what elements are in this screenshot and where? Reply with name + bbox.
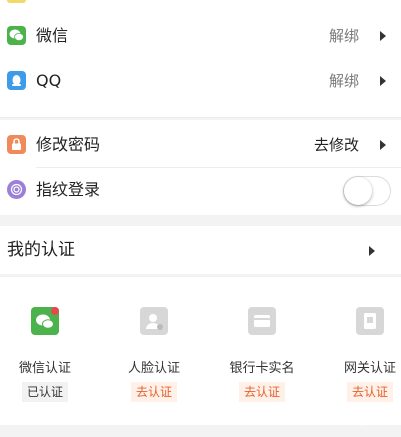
gateway-icon: [356, 307, 384, 335]
qq-icon: [7, 71, 26, 90]
wechat-label: 微信: [36, 26, 69, 45]
cert-item-bank-card[interactable]: 银行卡实名 去认证: [212, 307, 312, 437]
chevron-right-icon: [380, 76, 386, 86]
cert-name: 银行卡实名: [229, 361, 295, 376]
fingerprint-icon: [7, 180, 26, 199]
fingerprint-login-label: 指纹登录: [36, 180, 101, 199]
cert-item-face[interactable]: 人脸认证 去认证: [104, 307, 204, 437]
top-edge-icon: [7, 0, 26, 3]
qq-binding-row[interactable]: QQ 解绑: [0, 59, 401, 104]
cert-status-badge[interactable]: 去认证: [346, 382, 394, 402]
chevron-right-icon: [380, 31, 386, 41]
cert-name: 人脸认证: [127, 361, 180, 376]
fingerprint-toggle[interactable]: [343, 176, 391, 206]
bank-card-icon: [248, 307, 276, 335]
change-password-row[interactable]: 修改密码 去修改: [0, 123, 401, 168]
cert-name: 网关认证: [343, 361, 396, 376]
divider: [0, 117, 401, 118]
certification-header[interactable]: 我的认证: [0, 226, 401, 274]
change-password-label: 修改密码: [36, 135, 101, 154]
change-password-action[interactable]: 去修改: [314, 135, 359, 155]
qq-label: QQ: [36, 71, 62, 90]
certification-items: 微信认证 已认证 人脸认证 去认证 银行卡实名 去认证 网关认证 去认证: [0, 277, 401, 425]
cert-status-badge[interactable]: 去认证: [238, 382, 286, 402]
face-verify-icon: [140, 307, 168, 335]
fingerprint-login-row: 指纹登录: [0, 168, 401, 213]
watermark: 头条@蔡壹: [329, 412, 395, 427]
chevron-right-icon: [369, 246, 375, 256]
wechat-verify-icon: [31, 307, 59, 335]
chevron-right-icon: [380, 140, 386, 150]
security-section: 修改密码 去修改 指纹登录: [0, 120, 401, 215]
wechat-unbind-action[interactable]: 解绑: [329, 26, 359, 46]
cert-status-badge[interactable]: 去认证: [130, 382, 178, 402]
toggle-knob: [344, 177, 372, 205]
wechat-binding-row[interactable]: 微信 解绑: [0, 14, 401, 59]
wechat-icon: [7, 26, 26, 45]
cert-item-wechat[interactable]: 微信认证 已认证: [0, 307, 95, 437]
qq-unbind-action[interactable]: 解绑: [329, 71, 359, 91]
certification-title: 我的认证: [7, 240, 75, 260]
cert-name: 微信认证: [18, 361, 71, 376]
lock-icon: [7, 135, 26, 154]
cert-status-badge: 已认证: [21, 382, 69, 402]
account-binding-section: 微信 解绑 QQ 解绑: [0, 0, 401, 118]
